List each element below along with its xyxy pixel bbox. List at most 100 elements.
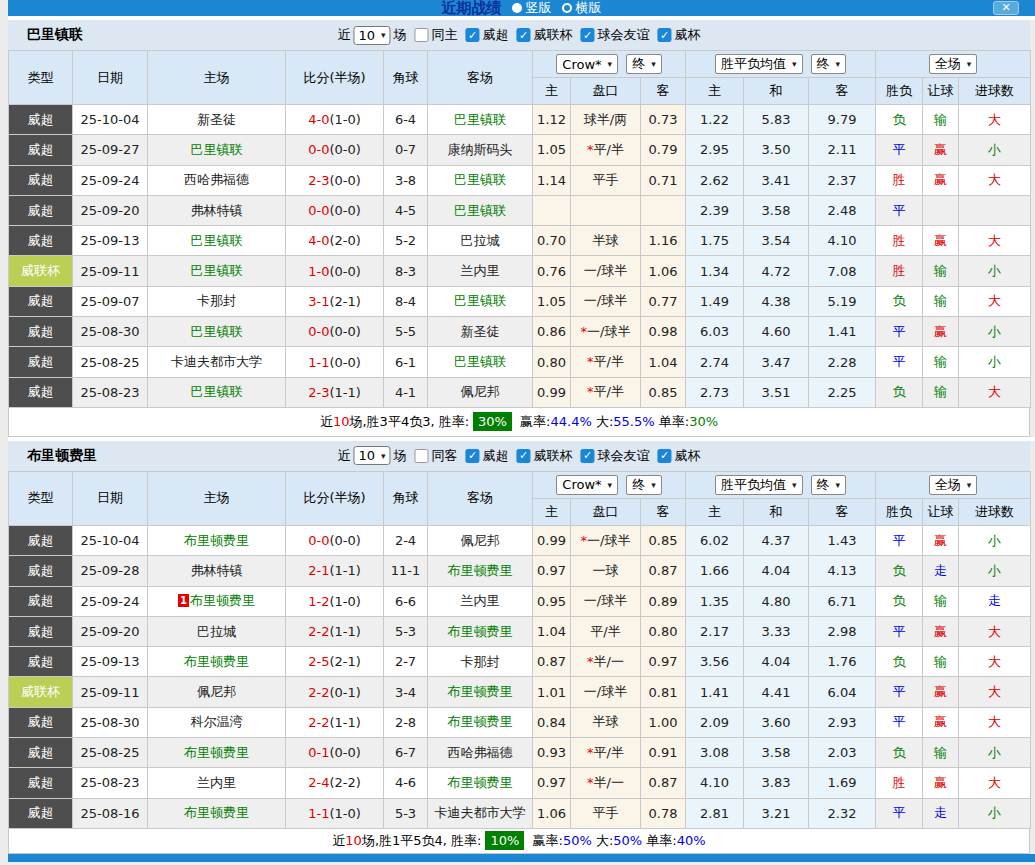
away-team[interactable]: 巴里镇联	[454, 203, 506, 218]
layout-radio-vertical[interactable]: 竖版	[512, 0, 552, 17]
competition-checkbox[interactable]: ✓	[581, 28, 595, 42]
home-team[interactable]: 布里顿费里	[190, 593, 255, 608]
score-cell: 1-0(0-0)	[286, 256, 384, 286]
match-row: 威超25-09-13巴里镇联4-0(2-0)5-2巴拉城0.70半球1.161.…	[9, 226, 1031, 256]
away-team[interactable]: 康纳斯码头	[448, 142, 513, 157]
avg-type-select[interactable]: 胜平负均值▾	[715, 475, 803, 495]
away-team[interactable]: 卡那封	[461, 654, 500, 669]
chevron-down-icon: ▾	[381, 451, 386, 461]
handicap-result: 赢	[923, 226, 959, 256]
odds-time-select[interactable]: 终▾	[626, 475, 662, 495]
away-team[interactable]: 巴里镇联	[454, 293, 506, 308]
close-button[interactable]: ✕	[993, 1, 1019, 15]
away-team[interactable]: 布里顿费里	[448, 684, 513, 699]
layout-radio-horizontal[interactable]: 横版	[562, 0, 602, 17]
same-venue-checkbox[interactable]	[415, 449, 429, 463]
away-team[interactable]: 巴里镇联	[454, 112, 506, 127]
match-count-select[interactable]: 10▾	[353, 446, 390, 465]
half-score: (1-0)	[329, 112, 360, 127]
odds-away: 0.87	[641, 768, 686, 798]
home-team[interactable]: 布里顿费里	[184, 805, 249, 820]
odds-company-select[interactable]: Crow*▾	[556, 475, 618, 495]
avg-type-select[interactable]: 胜平负均值▾	[715, 54, 803, 74]
home-team[interactable]: 弗林特镇	[191, 203, 243, 218]
home-team[interactable]: 西哈弗福德	[184, 172, 249, 187]
section-header: 布里顿费里近10▾场同客✓威超✓威联杯✓球会友谊✓威杯	[8, 441, 1030, 471]
avg-away: 7.08	[809, 256, 876, 286]
competition-checkbox[interactable]: ✓	[658, 449, 672, 463]
away-team[interactable]: 兰内里	[461, 593, 500, 608]
away-team[interactable]: 卡迪夫都市大学	[435, 805, 526, 820]
home-team[interactable]: 巴里镇联	[191, 233, 243, 248]
competition-checkbox[interactable]: ✓	[658, 28, 672, 42]
avg-draw: 3.47	[744, 347, 809, 377]
competition-checkbox[interactable]: ✓	[517, 28, 531, 42]
full-score: 0-0	[308, 324, 329, 339]
summary-text: 场,胜1平5负4, 胜率:	[362, 832, 482, 850]
avg-time-select[interactable]: 终▾	[811, 54, 847, 74]
filter-near-label: 近	[337, 26, 350, 44]
home-team[interactable]: 科尔温湾	[191, 714, 243, 729]
same-venue-checkbox[interactable]	[415, 28, 429, 42]
home-team[interactable]: 巴拉城	[197, 624, 236, 639]
away-team[interactable]: 兰内里	[461, 263, 500, 278]
result-flag: 胜	[876, 226, 923, 256]
result-flag: 负	[876, 377, 923, 407]
result-flag: 胜	[876, 256, 923, 286]
team-section: 布里顿费里近10▾场同客✓威超✓威联杯✓球会友谊✓威杯类型日期主场比分(半场)角…	[8, 441, 1035, 854]
away-team[interactable]: 布里顿费里	[448, 563, 513, 578]
competition-checkbox[interactable]: ✓	[581, 449, 595, 463]
match-date: 25-10-04	[73, 525, 148, 555]
home-team[interactable]: 布里顿费里	[184, 745, 249, 760]
away-team[interactable]: 新圣徒	[461, 324, 500, 339]
competition-checkbox[interactable]: ✓	[466, 449, 480, 463]
line-text: 平/半	[590, 624, 620, 639]
away-team[interactable]: 佩尼邦	[461, 533, 500, 548]
avg-away: 2.11	[809, 135, 876, 165]
home-team[interactable]: 巴里镇联	[191, 324, 243, 339]
away-team[interactable]: 佩尼邦	[461, 384, 500, 399]
away-team[interactable]: 巴拉城	[461, 233, 500, 248]
full-score: 2-3	[308, 385, 329, 400]
odds-home: 0.86	[533, 317, 571, 347]
match-count-select[interactable]: 10▾	[353, 26, 390, 45]
column-header-type: 类型	[9, 51, 73, 105]
summary-text: 场,胜3平4负3, 胜率:	[349, 413, 469, 431]
competition-checkbox[interactable]: ✓	[517, 449, 531, 463]
home-team[interactable]: 佩尼邦	[197, 684, 236, 699]
home-team[interactable]: 布里顿费里	[184, 654, 249, 669]
home-team[interactable]: 兰内里	[197, 775, 236, 790]
avg-away: 9.79	[809, 105, 876, 135]
handicap-result: 赢	[923, 525, 959, 555]
away-team[interactable]: 西哈弗福德	[448, 745, 513, 760]
home-team[interactable]: 巴里镇联	[191, 384, 243, 399]
match-row: 威超25-10-04新圣徒4-0(1-0)6-4巴里镇联1.12球半/两0.73…	[9, 105, 1031, 135]
odds-home: 0.70	[533, 226, 571, 256]
competition-checkbox[interactable]: ✓	[466, 28, 480, 42]
home-team[interactable]: 布里顿费里	[184, 533, 249, 548]
away-team[interactable]: 布里顿费里	[448, 624, 513, 639]
home-team[interactable]: 卡迪夫都市大学	[171, 354, 262, 369]
home-team[interactable]: 卡那封	[197, 293, 236, 308]
radio-vertical-label: 竖版	[526, 0, 552, 17]
avg-draw: 5.83	[744, 105, 809, 135]
match-type: 威超	[9, 798, 73, 828]
scope-select[interactable]: 全场▾	[929, 54, 978, 74]
match-row: 威超25-09-07卡那封3-1(2-1)8-4巴里镇联1.05一/球半0.77…	[9, 286, 1031, 316]
line-text: 一/球半	[584, 293, 627, 308]
match-row: 威超25-08-25布里顿费里0-1(0-0)6-7西哈弗福德0.93*平/半0…	[9, 738, 1031, 768]
avg-time-select[interactable]: 终▾	[811, 475, 847, 495]
corners: 11-1	[384, 556, 428, 586]
home-team[interactable]: 巴里镇联	[191, 142, 243, 157]
odds-company-select[interactable]: Crow*▾	[556, 54, 618, 74]
away-team[interactable]: 巴里镇联	[454, 354, 506, 369]
home-team[interactable]: 巴里镇联	[191, 263, 243, 278]
away-team[interactable]: 布里顿费里	[448, 775, 513, 790]
summary-count: 10	[333, 414, 350, 429]
scope-select[interactable]: 全场▾	[929, 475, 978, 495]
home-team[interactable]: 新圣徒	[197, 112, 236, 127]
away-team[interactable]: 布里顿费里	[448, 714, 513, 729]
away-team[interactable]: 巴里镇联	[454, 172, 506, 187]
odds-time-select[interactable]: 终▾	[626, 54, 662, 74]
home-team[interactable]: 弗林特镇	[191, 563, 243, 578]
